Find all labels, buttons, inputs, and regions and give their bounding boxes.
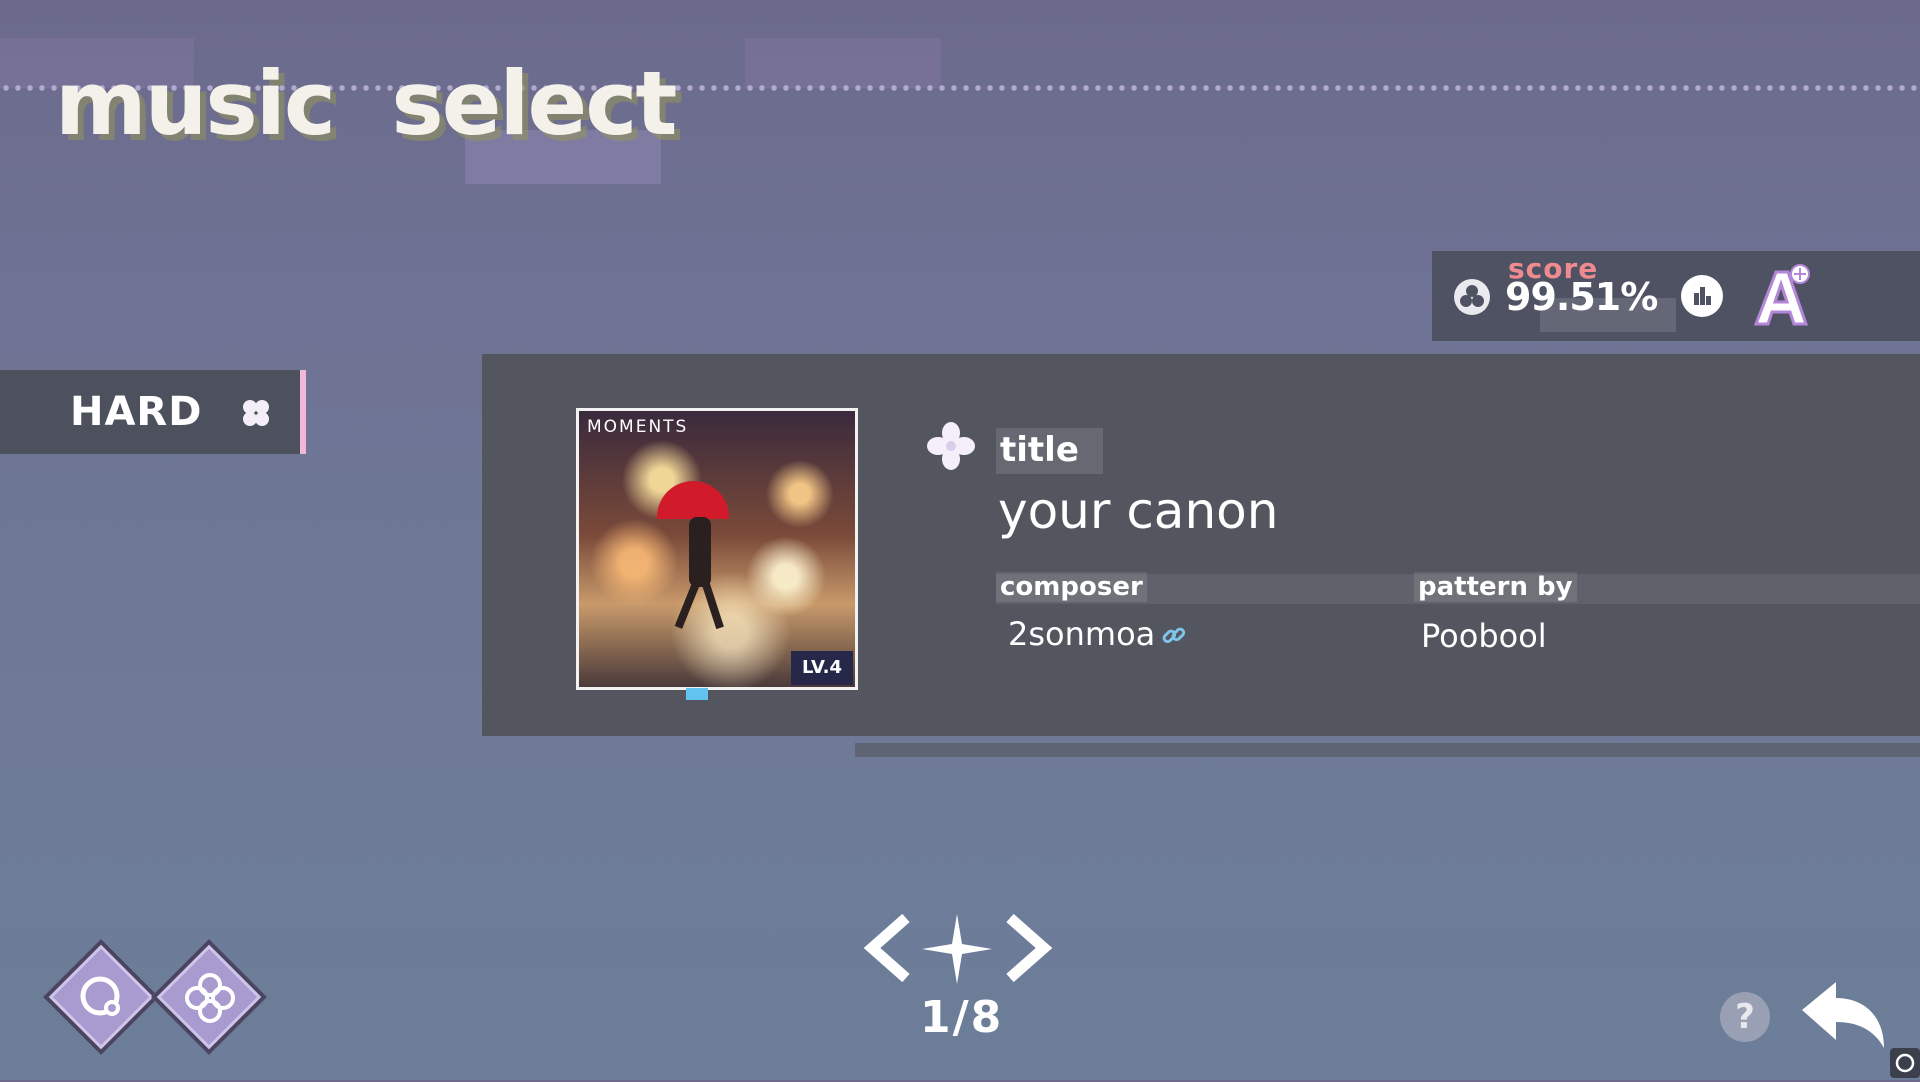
jacket-title: MOMENTS (587, 417, 689, 437)
composer-name: 2sonmoa (1008, 615, 1156, 653)
bar-chart-icon (1694, 287, 1711, 305)
ranking-button[interactable] (1681, 275, 1723, 317)
bg-block (745, 38, 941, 88)
figure-art (689, 517, 711, 587)
rank-letter-icon (1753, 264, 1810, 326)
page-title: music select (55, 52, 677, 155)
level-badge: LV.4 (791, 651, 853, 685)
next-song-button[interactable] (1000, 912, 1056, 988)
song-jacket[interactable]: MOMENTS LV.4 (576, 408, 858, 690)
clover-circle-icon (1452, 277, 1492, 321)
jacket-indicator (686, 688, 708, 700)
figure-leg (674, 583, 700, 629)
figure-leg (702, 582, 724, 630)
prev-song-button[interactable] (860, 912, 916, 988)
help-button[interactable]: ? (1720, 992, 1770, 1042)
back-arrow-icon (1802, 982, 1884, 1048)
back-button[interactable] (1798, 978, 1890, 1058)
pattern-label: pattern by (1414, 572, 1577, 602)
refresh-button[interactable] (1890, 1048, 1920, 1078)
song-title: your canon (998, 482, 1279, 540)
clover-icon (240, 397, 272, 433)
link-icon[interactable] (1160, 622, 1188, 654)
chevron-right-icon (1006, 913, 1053, 983)
clover-icon (925, 420, 977, 476)
composer-label: composer (996, 572, 1147, 602)
umbrella-art (657, 481, 729, 519)
sparkle-icon (922, 914, 992, 984)
pattern-author: Poobool (1421, 617, 1547, 655)
refresh-icon (1895, 1053, 1915, 1073)
chevron-left-icon (863, 913, 910, 983)
score-value: 99.51% (1505, 275, 1658, 319)
clover-icon (182, 970, 238, 1030)
search-icon (74, 970, 130, 1030)
random-song-button[interactable] (920, 912, 994, 990)
title-label: title (996, 428, 1103, 474)
rank-badge: A (1748, 262, 1818, 330)
panel-shadow (855, 743, 1920, 757)
difficulty-accent-bar (300, 370, 306, 454)
page-counter: 1/8 (920, 992, 1004, 1043)
difficulty-label: HARD (70, 389, 203, 435)
